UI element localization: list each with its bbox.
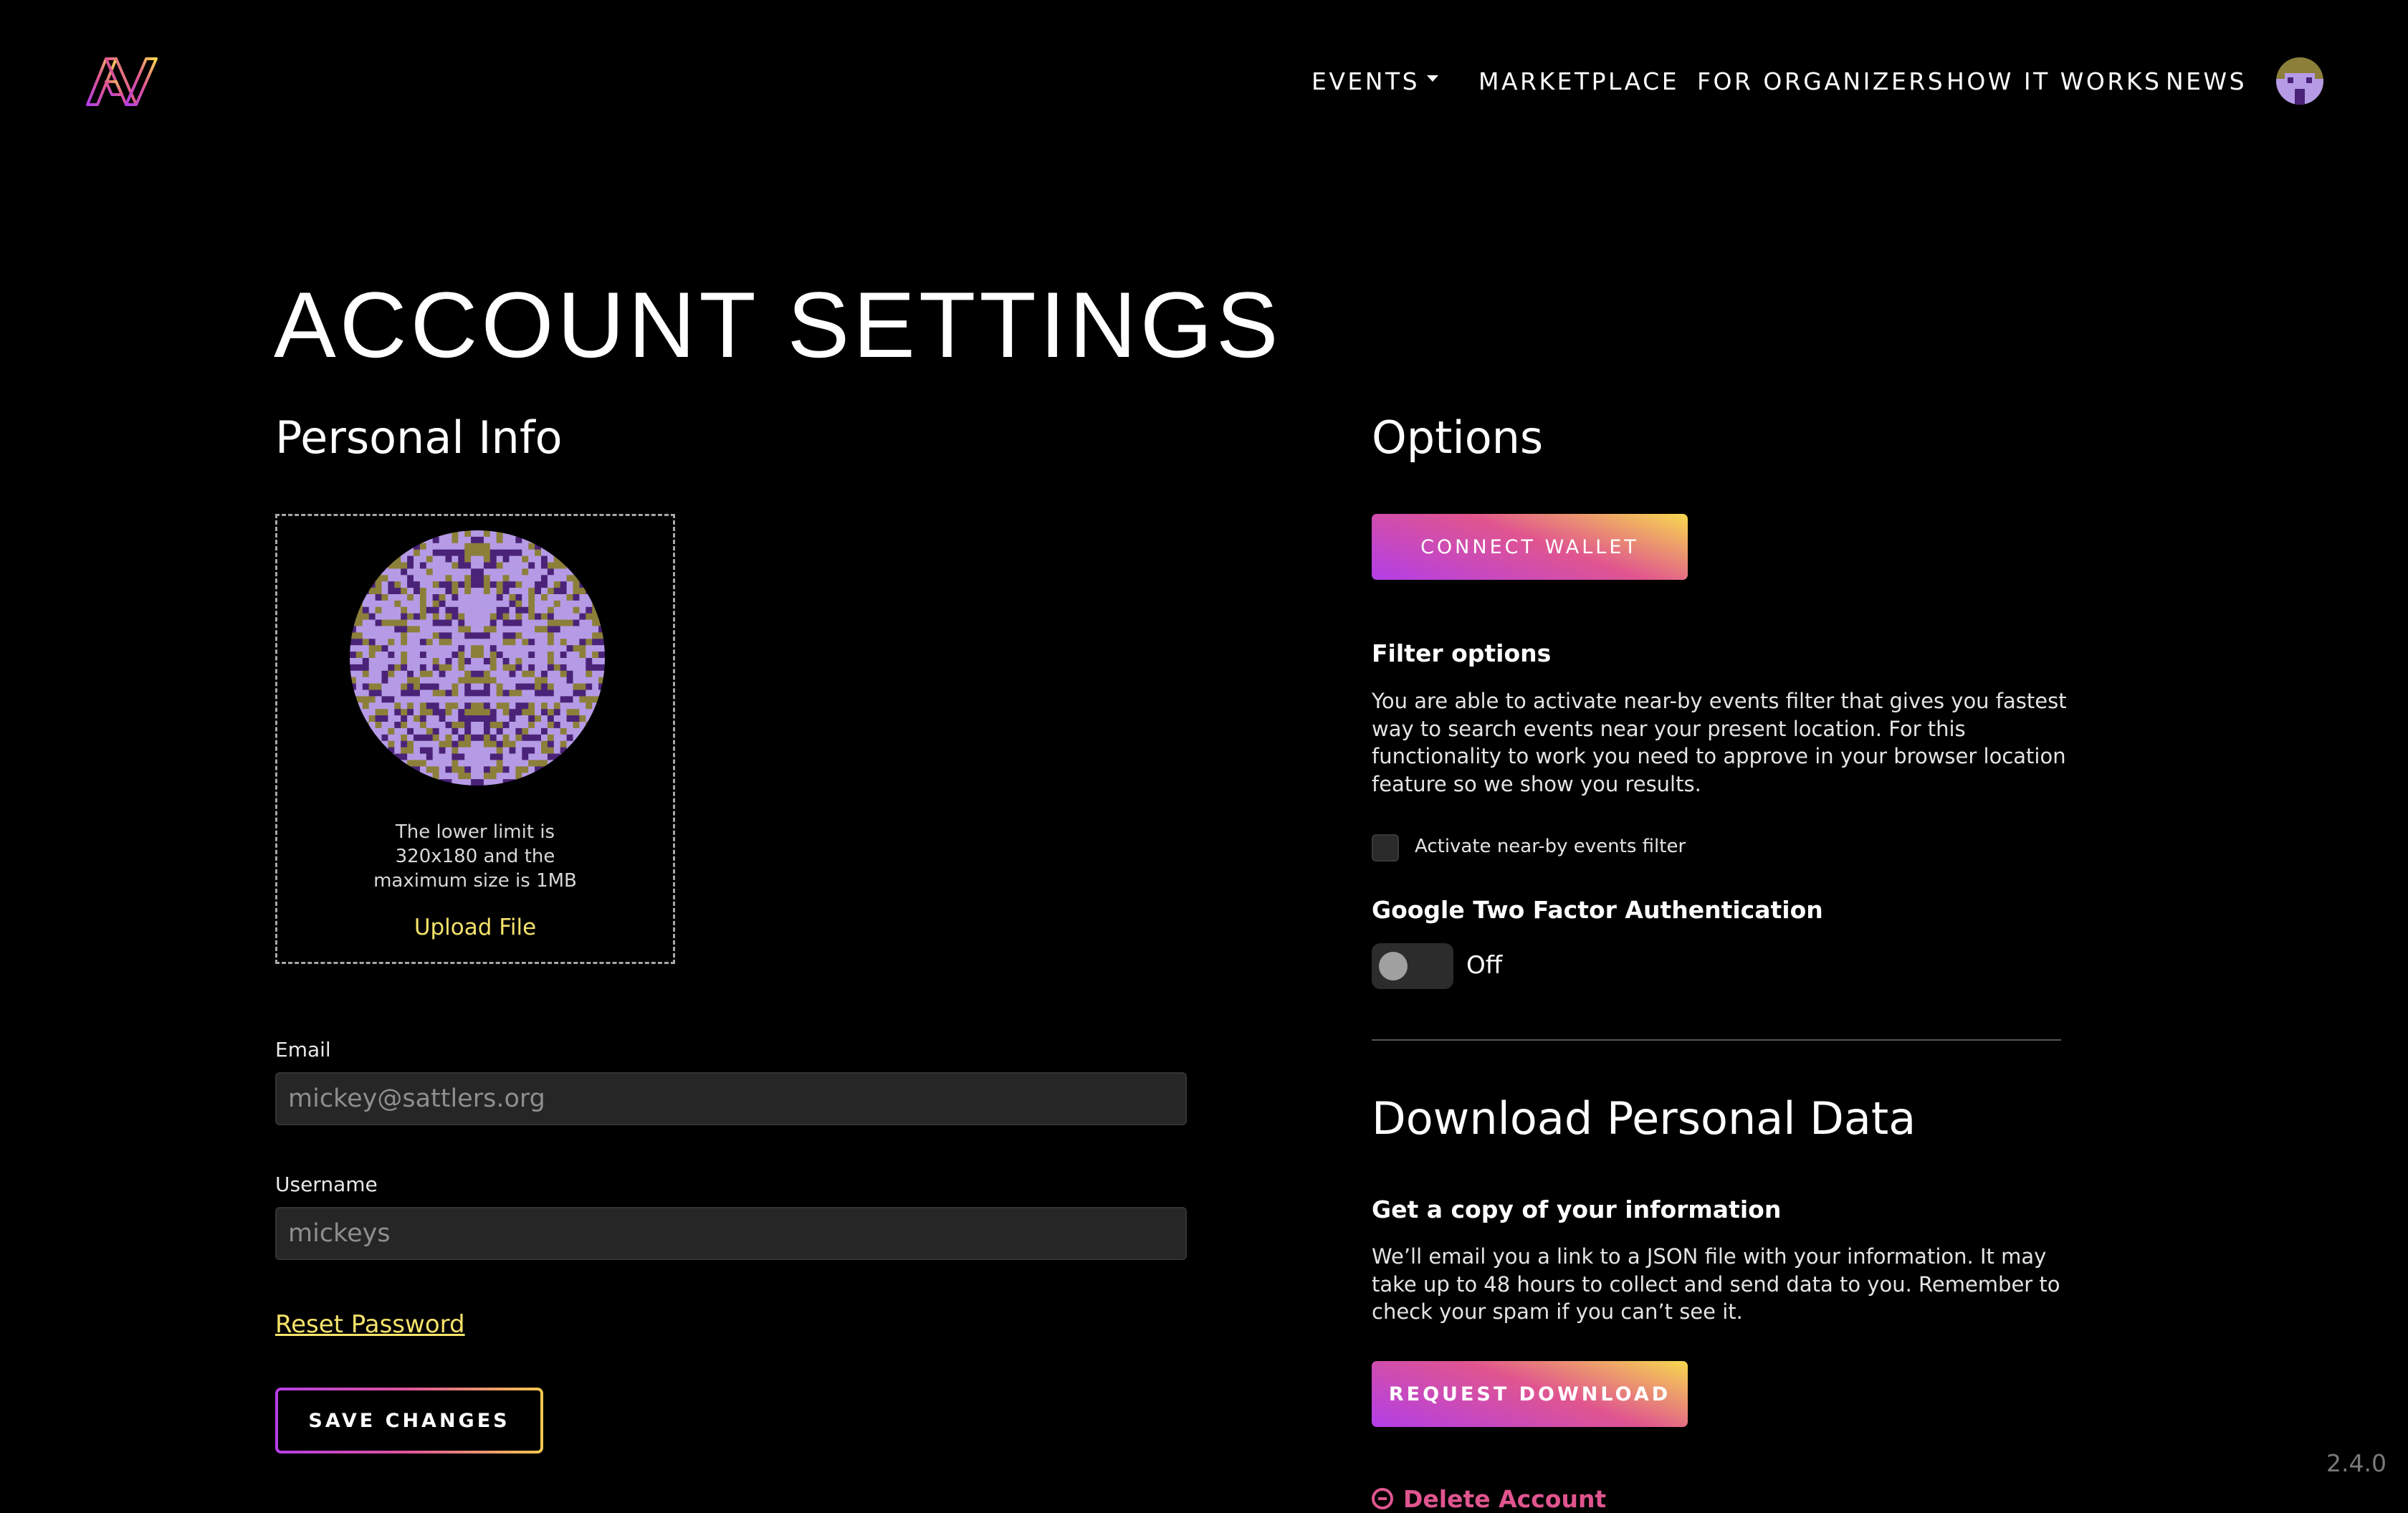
avatar-upload-dropzone[interactable]: The lower limit is 320x180 and the maxim… — [275, 514, 675, 964]
minus-circle-icon — [1372, 1487, 1393, 1509]
top-navigation-bar: EVENTS MARKETPLACE FOR ORGANIZERS HOW IT… — [0, 0, 2408, 165]
reset-password-link[interactable]: Reset Password — [275, 1310, 465, 1339]
nav-marketplace[interactable]: MARKETPLACE — [1478, 67, 1679, 95]
username-field[interactable] — [275, 1207, 1187, 1260]
personal-info-title: Personal Info — [275, 411, 563, 464]
user-avatar[interactable] — [2276, 57, 2323, 105]
nav-news[interactable]: NEWS — [2166, 67, 2247, 95]
upload-size-hint: The lower limit is 320x180 and the maxim… — [277, 820, 673, 893]
filter-options-title: Filter options — [1372, 639, 1552, 667]
upload-hint-line: maximum size is 1MB — [373, 870, 577, 892]
upload-file-link[interactable]: Upload File — [277, 915, 673, 940]
username-label: Username — [275, 1173, 378, 1196]
pixel-avatar-graphic — [350, 530, 605, 786]
delete-account-label: Delete Account — [1403, 1485, 1607, 1513]
two-factor-title: Google Two Factor Authentication — [1372, 896, 1823, 924]
nav-for-organizers[interactable]: FOR ORGANIZERS — [1697, 67, 1945, 95]
nav-how-it-works[interactable]: HOW IT WORKS — [1946, 67, 2161, 95]
page-title: ACCOUNT SETTINGS — [274, 272, 1282, 377]
nav-events-label: EVENTS — [1312, 67, 1420, 95]
nav-events[interactable]: EVENTS — [1312, 67, 1439, 95]
delete-account-link[interactable]: Delete Account — [1372, 1485, 1606, 1513]
app-version: 2.4.0 — [2326, 1449, 2386, 1477]
filter-options-description: You are able to activate near-by events … — [1372, 689, 2067, 796]
download-description: We’ll email you a link to a JSON file wi… — [1372, 1244, 2060, 1324]
download-subtitle: Get a copy of your information — [1372, 1195, 1782, 1223]
save-changes-button[interactable]: SAVE CHANGES — [275, 1388, 543, 1454]
caret-down-icon — [1427, 75, 1439, 82]
profile-avatar-image — [350, 530, 605, 786]
upload-hint-line: The lower limit is — [395, 821, 555, 843]
email-label: Email — [275, 1038, 331, 1061]
email-field[interactable] — [275, 1072, 1187, 1125]
connect-wallet-button[interactable]: CONNECT WALLET — [1372, 514, 1688, 580]
download-data-title: Download Personal Data — [1372, 1092, 1916, 1145]
two-factor-toggle[interactable] — [1372, 943, 1453, 989]
upload-hint-line: 320x180 and the — [395, 846, 555, 867]
toggle-knob — [1379, 952, 1408, 980]
request-download-button[interactable]: REQUEST DOWNLOAD — [1372, 1361, 1688, 1427]
brand-logo-icon[interactable] — [85, 54, 159, 110]
nearby-filter-label: Activate near-by events filter — [1415, 836, 1686, 857]
section-divider — [1372, 1039, 2061, 1041]
two-factor-state: Off — [1466, 951, 1503, 980]
options-title: Options — [1372, 411, 1544, 464]
nearby-filter-checkbox[interactable] — [1372, 834, 1399, 861]
